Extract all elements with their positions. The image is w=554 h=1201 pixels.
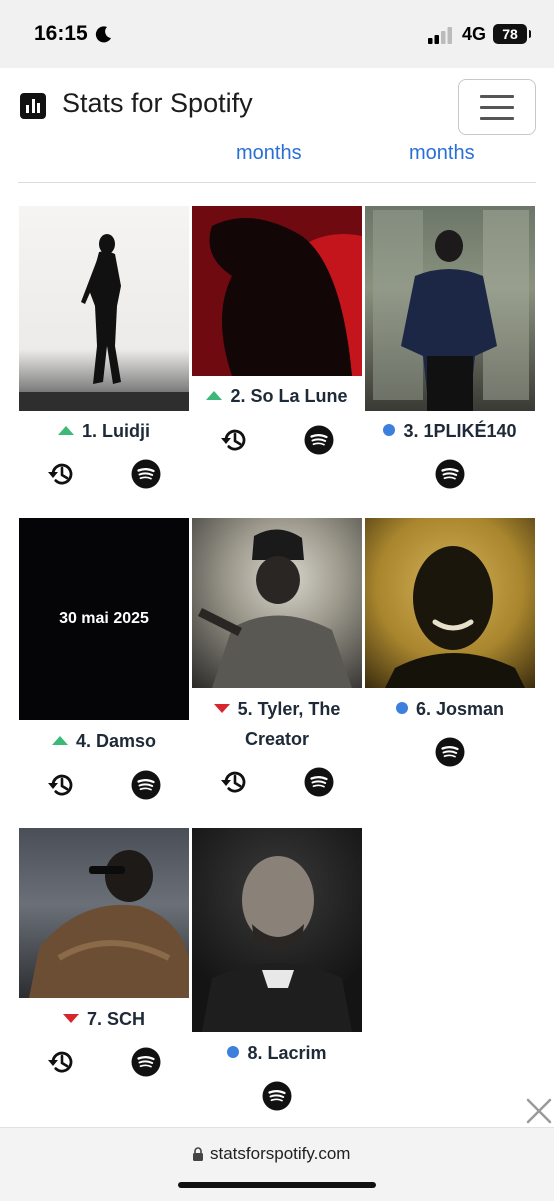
artist-name-damso[interactable]: 4. Damso <box>19 726 189 756</box>
spotify-icon[interactable] <box>435 459 465 489</box>
trend-up-icon <box>51 735 68 745</box>
artist-name-so-la-lune[interactable]: 2. So La Lune <box>192 381 362 411</box>
spotify-icon[interactable] <box>262 1081 292 1111</box>
artist-image-tyler-the-creator[interactable] <box>192 518 362 688</box>
status-time: 16:15 <box>34 22 88 45</box>
history-icon[interactable] <box>46 459 76 489</box>
artist-name-lacrim[interactable]: 8. Lacrim <box>192 1038 362 1068</box>
trend-down-icon <box>213 703 230 713</box>
artist-image-josman[interactable] <box>365 518 535 688</box>
history-icon[interactable] <box>46 1047 76 1077</box>
close-icon[interactable] <box>524 1096 554 1126</box>
spotify-icon[interactable] <box>131 1047 161 1077</box>
menu-toggle-button[interactable] <box>458 79 536 135</box>
trend-up-icon <box>206 390 223 400</box>
spotify-icon[interactable] <box>304 425 334 455</box>
artist-name-sch[interactable]: 7. SCH <box>19 1004 189 1034</box>
brand-title[interactable]: Stats for Spotify <box>62 88 253 119</box>
history-icon[interactable] <box>219 425 249 455</box>
spotify-icon[interactable] <box>304 767 334 797</box>
home-indicator[interactable] <box>178 1182 376 1188</box>
trend-up-icon <box>57 425 74 435</box>
lock-icon <box>193 1147 203 1161</box>
artist-image-damso[interactable]: 30 mai 2025 <box>19 518 189 720</box>
trend-new-icon <box>227 1046 240 1059</box>
browser-url-bar[interactable] <box>0 1127 554 1201</box>
battery-icon: 78 <box>493 24 531 44</box>
portrait-face <box>202 856 352 1032</box>
artist-name-luidji[interactable]: 1. Luidji <box>19 416 189 446</box>
artist-image-lacrim[interactable] <box>192 828 362 1032</box>
spotify-icon[interactable] <box>131 770 161 800</box>
period-tab-6-months[interactable]: months <box>236 142 302 165</box>
artist-image-luidji[interactable] <box>19 206 189 411</box>
period-tab-all-time[interactable]: months <box>409 142 475 165</box>
artist-image-1plike140[interactable] <box>365 206 535 411</box>
trend-new-icon <box>383 424 396 437</box>
standing-figure <box>373 210 529 411</box>
artist-name-tyler-the-creator[interactable]: 5. Tyler, The Creator <box>192 694 362 754</box>
history-icon[interactable] <box>219 767 249 797</box>
divider <box>18 182 536 183</box>
artist-image-sch[interactable] <box>19 828 189 998</box>
image-date-text: 30 mai 2025 <box>59 610 149 627</box>
fur-coat-figure <box>29 850 189 998</box>
portrait-figure <box>198 529 352 688</box>
artist-image-so-la-lune[interactable] <box>192 206 362 376</box>
trend-new-icon <box>395 702 408 715</box>
hooded-figure <box>192 206 362 376</box>
brand-logo-icon[interactable] <box>20 93 46 119</box>
silhouette-figure <box>19 234 189 411</box>
artist-name-josman[interactable]: 6. Josman <box>365 694 535 724</box>
history-icon[interactable] <box>46 770 76 800</box>
artist-name-1plike140[interactable]: 3. 1PLIKÉ140 <box>365 416 535 446</box>
signal-icon <box>428 27 452 44</box>
trend-down-icon <box>62 1013 79 1023</box>
url-text[interactable]: statsforspotify.com <box>210 1144 350 1164</box>
network-label: 4G <box>462 24 487 44</box>
moon-icon <box>95 26 111 43</box>
spotify-icon[interactable] <box>131 459 161 489</box>
portrait-face <box>385 546 525 688</box>
spotify-icon[interactable] <box>435 737 465 767</box>
